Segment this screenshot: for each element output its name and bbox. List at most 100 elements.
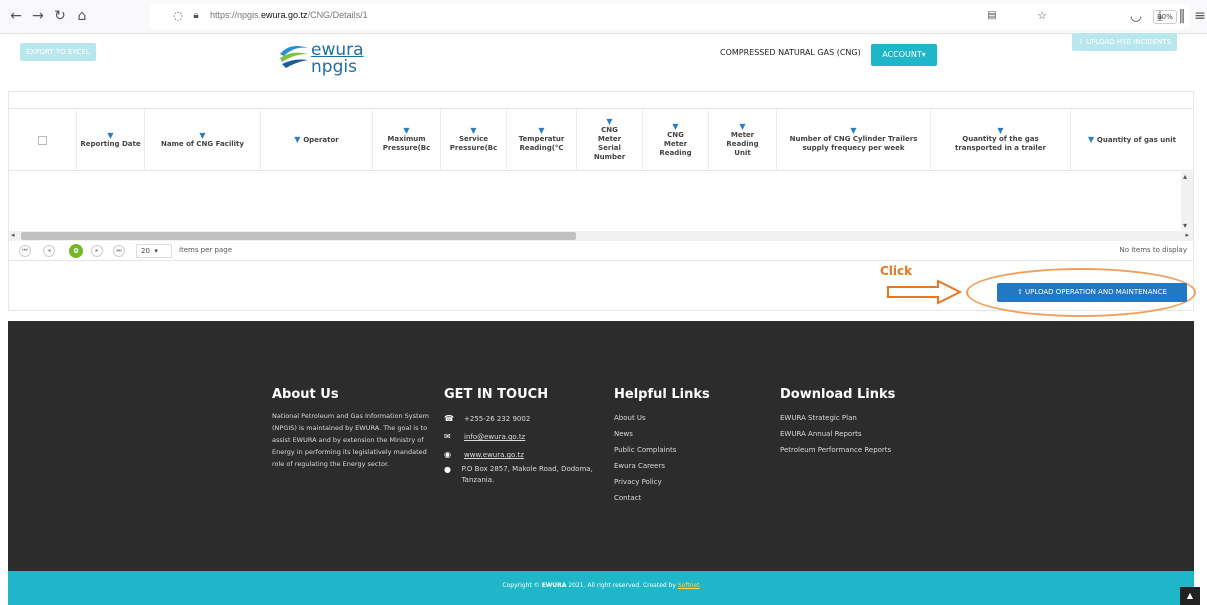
filter-icon[interactable]: ▼	[850, 127, 856, 135]
forward-icon[interactable]: →	[30, 8, 46, 24]
column-header[interactable]: ▼ Name of CNG Facility	[145, 109, 261, 171]
filter-icon[interactable]: ▼	[538, 127, 544, 135]
footer-link[interactable]: News	[614, 426, 710, 442]
envelope-icon: ✉	[444, 432, 451, 441]
footer-download-heading: Download Links	[780, 387, 896, 402]
ewura-logo[interactable]: ewura npgis	[278, 40, 378, 77]
home-icon[interactable]: ⌂	[74, 8, 90, 24]
shield-icon[interactable]: ◌	[170, 8, 186, 24]
column-header[interactable]: ▼ Meter Reading Unit	[709, 109, 777, 171]
footer-link[interactable]: Public Complaints	[614, 442, 710, 458]
filter-icon[interactable]: ▼	[199, 131, 205, 140]
logo-text-npgis: npgis	[311, 57, 357, 77]
address-bar[interactable]: ◌ 🔒︎ https://npgis.ewura.go.tz/CNG/Detai…	[150, 4, 1190, 29]
annotation-arrow-icon	[887, 279, 963, 305]
column-header[interactable]: ▼ Number of CNG Cylinder Trailers supply …	[777, 109, 931, 171]
scroll-left-icon[interactable]: ◂	[11, 231, 15, 239]
horizontal-scrollbar[interactable]: ◂ ▸	[9, 231, 1193, 241]
footer-link[interactable]: Petroleum Performance Reports	[780, 442, 895, 458]
footer-link[interactable]: Contact	[614, 490, 710, 506]
pocket-icon[interactable]: ◡	[1128, 8, 1144, 24]
prev-page-icon[interactable]: ◂	[43, 245, 55, 257]
last-page-icon[interactable]: ⏭	[113, 245, 125, 257]
vertical-scrollbar[interactable]: ▴ ▾	[1181, 172, 1193, 230]
browser-toolbar: ← → ↻ ⌂ ◌ 🔒︎ https://npgis.ewura.go.tz/C…	[0, 0, 1207, 34]
first-page-icon[interactable]: ⏮	[19, 245, 31, 257]
current-page[interactable]: 0	[69, 244, 83, 258]
click-annotation-label: Click	[880, 264, 913, 278]
reader-mode-icon[interactable]: ▤	[984, 8, 1000, 24]
column-header[interactable]: ▼ CNG Meter Serial Number	[577, 109, 643, 171]
map-marker-icon: ●	[444, 465, 451, 474]
column-header[interactable]: ▼ Operator	[261, 109, 373, 171]
footer-link[interactable]: Privacy Policy	[614, 474, 710, 490]
filter-icon[interactable]: ▼	[606, 118, 612, 126]
scroll-right-icon[interactable]: ▸	[1185, 231, 1189, 239]
items-per-page-label: items per page	[179, 246, 233, 254]
footer-link[interactable]: EWURA Annual Reports	[780, 426, 895, 442]
grid-header: ▼ Reporting Date ▼ Name of CNG Facility ▼ …	[9, 109, 1193, 171]
creator-link[interactable]: Softnet	[678, 582, 700, 589]
upload-operation-maintenance-button[interactable]: ⇧ UPLOAD OPERATION AND MAINTENANCE	[997, 283, 1187, 302]
horizontal-scroll-thumb[interactable]	[21, 232, 576, 240]
reload-icon[interactable]: ↻	[52, 8, 68, 24]
filter-icon[interactable]: ▼	[470, 127, 476, 135]
footer-link[interactable]: About Us	[614, 410, 710, 426]
cng-data-grid: ▼ Reporting Date ▼ Name of CNG Facility ▼ …	[8, 91, 1194, 261]
contact-email[interactable]: ✉ info@ewura.go.tz	[444, 428, 594, 446]
export-excel-button[interactable]: EXPORT TO EXCEL	[20, 43, 96, 61]
next-page-icon[interactable]: ▸	[91, 245, 103, 257]
copyright-bar: Copyright © EWURA 2021. All right reserv…	[8, 571, 1194, 605]
footer-link[interactable]: EWURA Strategic Plan	[780, 410, 895, 426]
filter-icon[interactable]: ▼	[1088, 136, 1097, 144]
chevron-up-icon: ▲	[1186, 591, 1194, 600]
ewura-logo-mark	[280, 46, 308, 68]
filter-icon[interactable]: ▼	[997, 127, 1003, 135]
footer-contact: GET IN TOUCH ☎ +255-26 232 9002 ✉ info@ewu…	[444, 387, 594, 486]
caret-down-icon: ▾	[921, 50, 926, 59]
footer-about-heading: About Us	[272, 387, 339, 402]
phone-icon: ☎	[444, 414, 454, 423]
bookmark-star-icon[interactable]: ☆	[1034, 8, 1050, 24]
filter-icon[interactable]: ▼	[672, 122, 678, 131]
library-icon[interactable]: ‖	[1174, 8, 1190, 24]
grid-pager: ⏮ ◂ 0 ▸ ⏭ 20 ▾ items per page No items t…	[9, 242, 1193, 261]
scroll-up-icon[interactable]: ▴	[1183, 172, 1187, 181]
column-header[interactable]: ▼ Service Pressure(Bc	[441, 109, 507, 171]
column-header[interactable]: ▼ Reporting Date	[77, 109, 145, 171]
filter-icon[interactable]: ▼	[739, 122, 745, 131]
column-header[interactable]: ▼ Temperatur Reading(°C	[507, 109, 577, 171]
footer-helpful-links: Helpful Links About Us News Public Compl…	[614, 387, 710, 506]
download-icon[interactable]: ⤓	[1152, 8, 1168, 24]
scroll-to-top-button[interactable]: ▲	[1180, 587, 1200, 605]
contact-address: ● P.O Box 2857, Makole Road, Dodoma, Tanz…	[444, 465, 593, 484]
filter-icon[interactable]: ▼	[403, 127, 409, 135]
filter-icon[interactable]: ▼	[294, 136, 303, 144]
contact-website[interactable]: ◉ www.ewura.go.tz	[444, 446, 594, 464]
contact-phone[interactable]: ☎ +255-26 232 9002	[444, 410, 594, 428]
select-all-column	[9, 109, 77, 171]
url-text[interactable]: https://npgis.ewura.go.tz/CNG/Details/1	[210, 10, 368, 20]
footer-about-text: National Petroleum and Gas Information S…	[272, 412, 429, 468]
footer-about: About Us National Petroleum and Gas Info…	[272, 387, 432, 470]
footer-contact-heading: GET IN TOUCH	[444, 387, 549, 402]
caret-down-icon: ▾	[154, 247, 158, 255]
footer-helpful-heading: Helpful Links	[614, 387, 710, 402]
account-dropdown-button[interactable]: ACCOUNT▾	[871, 44, 937, 66]
scroll-down-icon[interactable]: ▾	[1183, 221, 1187, 230]
column-header[interactable]: ▼ Quantity of gas unit	[1071, 109, 1193, 171]
back-icon[interactable]: ←	[8, 8, 24, 24]
upload-icon: ⇧	[1016, 288, 1025, 296]
filter-icon[interactable]: ▼	[107, 131, 113, 140]
select-all-checkbox[interactable]	[38, 135, 47, 145]
footer-link[interactable]: Ewura Careers	[614, 458, 710, 474]
upload-hse-incidents-button[interactable]: ⇧ UPLOAD HSE INCIDENTS	[1072, 33, 1178, 51]
column-header[interactable]: ▼ Quantity of the gas transported in a tr…	[931, 109, 1071, 171]
site-footer: About Us National Petroleum and Gas Info…	[8, 321, 1194, 571]
lock-icon[interactable]: 🔒︎	[188, 8, 204, 24]
footer-download-links: Download Links EWURA Strategic Plan EWUR…	[780, 387, 895, 458]
menu-icon[interactable]: ≡	[1192, 8, 1207, 24]
column-header[interactable]: ▼ Maximum Pressure(Bc	[373, 109, 441, 171]
page-size-select[interactable]: 20 ▾	[136, 244, 172, 258]
column-header[interactable]: ▼ CNG Meter Reading	[643, 109, 709, 171]
